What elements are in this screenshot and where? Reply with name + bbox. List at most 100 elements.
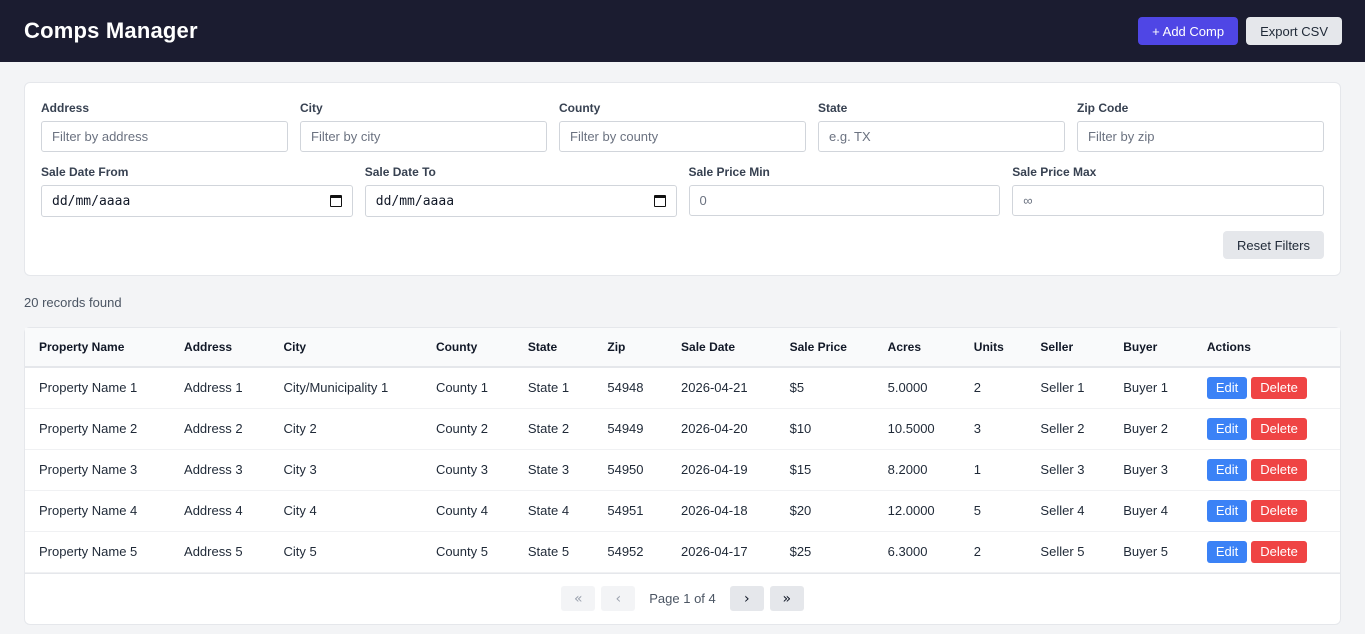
table-cell: 1 <box>959 449 1027 491</box>
table-cell: 2026-04-20 <box>667 408 776 450</box>
filter-footer: Reset Filters <box>41 231 1324 259</box>
table-cell: County 1 <box>421 367 514 409</box>
sale-date-to-input[interactable]: dd/mm/aaaa <box>364 185 677 217</box>
table-cell: 54948 <box>593 367 668 409</box>
header-actions: + Add Comp Export CSV <box>1138 17 1342 45</box>
table-cell: 12.0000 <box>873 490 960 532</box>
page-indicator: Page 1 of 4 <box>649 591 716 606</box>
table-cell: $15 <box>775 449 874 491</box>
table-cell: County 4 <box>421 490 514 532</box>
delete-button[interactable]: Delete <box>1251 376 1307 399</box>
table-cell: 54949 <box>593 408 668 450</box>
table-cell: Seller 3 <box>1026 449 1110 491</box>
table-cell: Buyer 3 <box>1109 449 1193 491</box>
address-input[interactable] <box>41 121 288 152</box>
county-filter: County <box>559 101 806 152</box>
sale-price-min-filter: Sale Price Min <box>688 165 1001 217</box>
county-filter-label: County <box>559 101 601 115</box>
top-bar: Comps Manager + Add Comp Export CSV <box>0 0 1365 62</box>
table-cell: Buyer 2 <box>1109 408 1193 450</box>
table-cell: Address 2 <box>170 408 270 450</box>
table-cell: Seller 2 <box>1026 408 1110 450</box>
first-page-button[interactable]: « <box>561 586 596 611</box>
sale-date-from-label: Sale Date From <box>41 165 129 179</box>
actions-cell: Edit Delete <box>1192 531 1340 573</box>
table-cell: City 3 <box>269 449 422 491</box>
table-cell: 5 <box>959 490 1027 532</box>
column-header: Actions <box>1192 328 1340 368</box>
table-cell: 2026-04-18 <box>667 490 776 532</box>
sale-price-max-label: Sale Price Max <box>1012 165 1097 179</box>
table-cell: State 1 <box>513 367 594 409</box>
actions-cell: Edit Delete <box>1192 449 1340 491</box>
column-header: State <box>513 328 594 368</box>
zip-input[interactable] <box>1077 121 1324 152</box>
last-page-button[interactable]: » <box>769 586 804 611</box>
column-header: Sale Date <box>667 328 776 368</box>
prev-page-button[interactable]: ‹ <box>601 586 636 611</box>
table-cell: 10.5000 <box>873 408 960 450</box>
delete-button[interactable]: Delete <box>1251 417 1307 440</box>
filter-row-location: Address City County State Zip Code <box>41 101 1324 152</box>
table-cell: State 5 <box>513 531 594 573</box>
table-cell: 54952 <box>593 531 668 573</box>
calendar-icon[interactable] <box>329 195 342 207</box>
edit-button[interactable]: Edit <box>1206 499 1248 522</box>
table-cell: Buyer 5 <box>1109 531 1193 573</box>
edit-button[interactable]: Edit <box>1206 458 1248 481</box>
table-cell: Buyer 1 <box>1109 367 1193 409</box>
delete-button[interactable]: Delete <box>1251 458 1307 481</box>
table-cell: $20 <box>775 490 874 532</box>
table-cell: 2026-04-21 <box>667 367 776 409</box>
table-row: Property Name 2 Address 2 City 2 County 2 St… <box>25 408 1340 450</box>
sale-price-min-input[interactable] <box>688 185 1001 216</box>
table-cell: City 2 <box>269 408 422 450</box>
table-cell: 8.2000 <box>873 449 960 491</box>
delete-button[interactable]: Delete <box>1251 499 1307 522</box>
city-input[interactable] <box>300 121 547 152</box>
table-cell: County 3 <box>421 449 514 491</box>
add-comp-button[interactable]: + Add Comp <box>1138 17 1239 45</box>
edit-button[interactable]: Edit <box>1206 417 1248 440</box>
table-cell: Address 4 <box>170 490 270 532</box>
address-filter: Address <box>41 101 288 152</box>
column-header: Acres <box>873 328 960 368</box>
column-header: Zip <box>593 328 668 368</box>
city-filter-label: City <box>300 101 323 115</box>
table-body: Property Name 1 Address 1 City/Municipalit… <box>25 367 1340 573</box>
sale-price-max-input[interactable] <box>1012 185 1324 216</box>
column-header: Property Name <box>25 328 171 368</box>
table-cell: County 2 <box>421 408 514 450</box>
export-csv-button[interactable]: Export CSV <box>1246 17 1342 45</box>
main-content: Address City County State Zip Code <box>0 62 1365 625</box>
column-header: County <box>421 328 514 368</box>
table-cell: Property Name 1 <box>25 367 171 409</box>
zip-filter: Zip Code <box>1077 101 1324 152</box>
sale-date-from-input[interactable]: dd/mm/aaaa <box>41 185 353 217</box>
table-cell: 3 <box>959 408 1027 450</box>
table-cell: Property Name 5 <box>25 531 171 573</box>
records-count: 20 records found <box>24 295 122 310</box>
table-row: Property Name 4 Address 4 City 4 County 4 St… <box>25 490 1340 532</box>
table-cell: $10 <box>775 408 874 450</box>
city-filter: City <box>300 101 547 152</box>
column-header: Units <box>959 328 1027 368</box>
state-input[interactable] <box>818 121 1065 152</box>
calendar-icon[interactable] <box>653 195 666 207</box>
address-filter-label: Address <box>41 101 90 115</box>
table-cell: Seller 5 <box>1026 531 1110 573</box>
table-cell: 2026-04-19 <box>667 449 776 491</box>
table-cell: State 2 <box>513 408 594 450</box>
filter-row-sale: Sale Date From dd/mm/aaaa Sale Date To d… <box>41 165 1324 217</box>
table-cell: Buyer 4 <box>1109 490 1193 532</box>
next-page-button[interactable]: › <box>729 586 764 611</box>
edit-button[interactable]: Edit <box>1206 540 1248 563</box>
table-cell: State 3 <box>513 449 594 491</box>
reset-filters-button[interactable]: Reset Filters <box>1223 231 1324 259</box>
zip-filter-label: Zip Code <box>1077 101 1129 115</box>
table-cell: City 5 <box>269 531 422 573</box>
edit-button[interactable]: Edit <box>1206 376 1248 399</box>
county-input[interactable] <box>559 121 806 152</box>
delete-button[interactable]: Delete <box>1251 540 1307 563</box>
sale-date-to-filter: Sale Date To dd/mm/aaaa <box>364 165 677 217</box>
